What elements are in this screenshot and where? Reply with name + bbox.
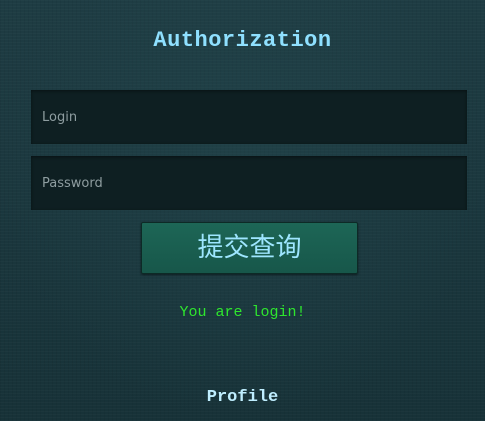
submit-button[interactable]: 提交查询 — [141, 222, 358, 274]
profile-link[interactable]: Profile — [0, 388, 485, 407]
status-message: You are login! — [179, 304, 306, 321]
password-input[interactable] — [31, 156, 467, 210]
page-title: Authorization — [153, 28, 332, 53]
login-input[interactable] — [31, 90, 467, 144]
